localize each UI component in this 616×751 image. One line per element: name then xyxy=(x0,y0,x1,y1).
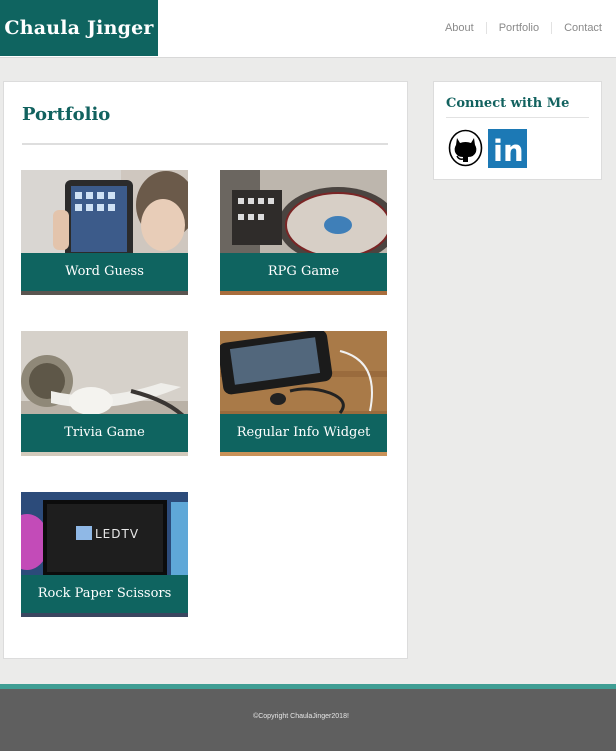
title-divider xyxy=(22,143,388,145)
linkedin-icon: in xyxy=(488,129,527,168)
nav-about[interactable]: About xyxy=(433,22,486,34)
connect-title: Connect with Me xyxy=(446,96,570,111)
connect-divider xyxy=(446,117,589,118)
github-link[interactable] xyxy=(448,129,483,167)
project-card-regular-info-widget[interactable]: Regular Info Widget xyxy=(220,331,387,456)
main-nav: About Portfolio Contact xyxy=(433,0,616,56)
svg-text:LEDTV: LEDTV xyxy=(95,527,139,541)
github-icon xyxy=(448,129,483,167)
svg-text:in: in xyxy=(493,134,524,168)
portfolio-panel: Portfolio Word Guess RPG Game Trivia Gam… xyxy=(3,81,408,659)
site-header: Chaula Jinger About Portfolio Contact xyxy=(0,0,616,58)
project-card-word-guess[interactable]: Word Guess xyxy=(21,170,188,295)
project-title: RPG Game xyxy=(220,253,387,291)
site-logo[interactable]: Chaula Jinger xyxy=(0,0,158,56)
project-title: Regular Info Widget xyxy=(220,414,387,452)
project-title: Trivia Game xyxy=(21,414,188,452)
page-title: Portfolio xyxy=(22,104,111,125)
copyright-text: ©Copyright ChaulaJinger2018! xyxy=(253,713,349,720)
project-card-rpg-game[interactable]: RPG Game xyxy=(220,170,387,295)
project-title: Rock Paper Scissors xyxy=(21,575,188,613)
project-title: Word Guess xyxy=(21,253,188,291)
linkedin-link[interactable]: in xyxy=(488,129,527,168)
site-footer: ©Copyright ChaulaJinger2018! xyxy=(0,689,616,751)
project-card-rock-paper-scissors[interactable]: LEDTV Rock Paper Scissors xyxy=(21,492,188,617)
project-card-trivia-game[interactable]: Trivia Game xyxy=(21,331,188,456)
nav-contact[interactable]: Contact xyxy=(551,22,616,34)
connect-panel: Connect with Me in xyxy=(433,81,602,180)
nav-portfolio[interactable]: Portfolio xyxy=(485,22,551,34)
